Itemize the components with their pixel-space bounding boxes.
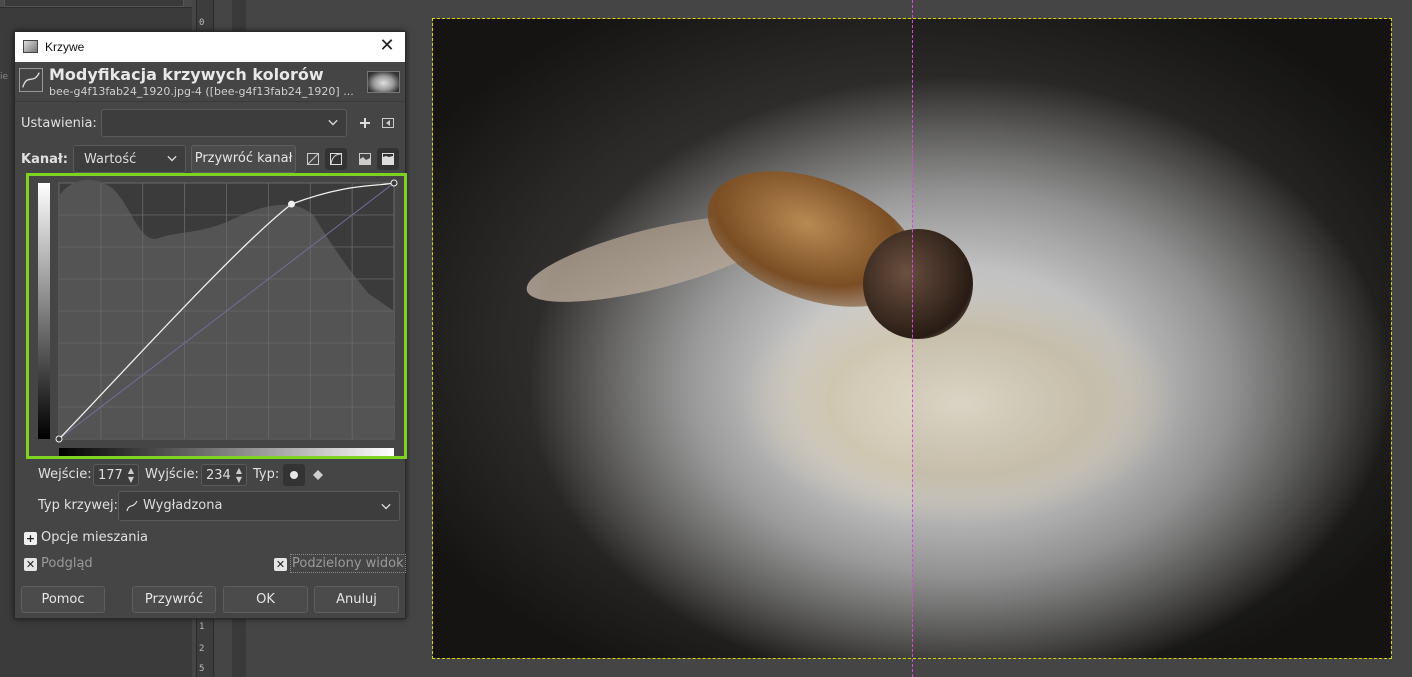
output-spinner[interactable]: 234 ▲ ▼ bbox=[201, 464, 247, 486]
expand-icon[interactable]: + bbox=[24, 532, 37, 545]
app-icon bbox=[23, 40, 38, 53]
curve-control-point[interactable] bbox=[288, 200, 296, 208]
ruler-tick: 0 bbox=[199, 18, 205, 28]
dialog-title: Krzywe bbox=[45, 40, 85, 54]
input-spinner[interactable]: 177 ▲ ▼ bbox=[93, 464, 139, 486]
cancel-button[interactable]: Anuluj bbox=[314, 586, 399, 613]
linear-histogram-button[interactable] bbox=[302, 148, 324, 170]
panel-side-text: ie bbox=[0, 72, 9, 82]
type-label: Typ: bbox=[253, 467, 280, 482]
spinner-arrows-icon[interactable]: ▲ ▼ bbox=[126, 466, 136, 484]
channel-combo[interactable]: Wartość bbox=[73, 145, 186, 173]
histogram-icon bbox=[359, 153, 371, 165]
log-histogram-button[interactable] bbox=[325, 148, 347, 170]
ruler-tick: 1 bbox=[199, 622, 205, 632]
output-value: 234 bbox=[206, 468, 231, 483]
panel-top-strip bbox=[0, 0, 192, 8]
curve-graph[interactable] bbox=[26, 173, 407, 459]
image-thumbnail bbox=[367, 71, 400, 93]
histogram-view-button[interactable] bbox=[354, 148, 376, 170]
reset-button[interactable]: Przywróć bbox=[132, 586, 216, 613]
add-preset-button[interactable] bbox=[354, 112, 376, 134]
ruler-tick: 2 bbox=[199, 644, 205, 654]
curve-type-label: Typ krzywej: bbox=[38, 498, 119, 513]
diamond-point-icon bbox=[313, 470, 323, 480]
chevron-down-icon bbox=[167, 155, 177, 162]
preview-checkbox[interactable]: ✕ bbox=[24, 558, 37, 571]
spinner-arrows-icon[interactable]: ▲ ▼ bbox=[234, 466, 244, 484]
dialog-header-subtitle: bee-g4f13fab24_1920.jpg-4 ([bee-g4f13fab… bbox=[49, 85, 354, 98]
blend-options-expander[interactable]: Opcje mieszania bbox=[41, 530, 148, 545]
circle-point-icon bbox=[290, 471, 298, 479]
curve-type-value: Wygładzona bbox=[143, 498, 223, 513]
curves-dialog: Krzywe ✕ Modyfikacja krzywych kolorów be… bbox=[14, 31, 407, 619]
close-icon[interactable]: ✕ bbox=[377, 36, 397, 56]
corner-point-button[interactable] bbox=[307, 464, 329, 486]
output-gradient-bar bbox=[38, 183, 50, 439]
input-value: 177 bbox=[98, 468, 123, 483]
split-view-checkbox[interactable]: ✕ bbox=[274, 558, 287, 571]
reset-channel-button[interactable]: Przywróć kanał bbox=[191, 145, 296, 173]
dialog-titlebar[interactable]: Krzywe ✕ bbox=[15, 32, 405, 62]
histogram-scale-button[interactable] bbox=[377, 148, 399, 170]
output-label: Wyjście: bbox=[145, 467, 199, 482]
smooth-curve-icon bbox=[126, 500, 138, 512]
ruler-tick: 5 bbox=[199, 664, 205, 674]
chevron-down-icon bbox=[328, 119, 338, 126]
chevron-down-icon bbox=[381, 503, 391, 510]
split-view-guide[interactable] bbox=[912, 0, 913, 677]
dialog-header-title: Modyfikacja krzywych kolorów bbox=[49, 65, 324, 84]
linear-histogram-icon bbox=[307, 153, 319, 165]
ok-button[interactable]: OK bbox=[223, 586, 308, 613]
help-button[interactable]: Pomoc bbox=[21, 586, 105, 613]
channel-label: Kanał: bbox=[21, 152, 68, 167]
header-divider bbox=[15, 101, 405, 102]
curves-icon bbox=[19, 68, 43, 92]
curve-graph-canvas[interactable] bbox=[29, 176, 404, 456]
split-preview-half bbox=[913, 19, 1391, 658]
preset-menu-button[interactable] bbox=[377, 112, 399, 134]
settings-combo[interactable] bbox=[101, 109, 347, 137]
smooth-point-button[interactable] bbox=[283, 464, 305, 486]
menu-triangle-icon bbox=[382, 118, 394, 128]
curve-control-point[interactable] bbox=[390, 179, 398, 187]
input-gradient-bar bbox=[59, 448, 394, 456]
curve-control-point[interactable] bbox=[55, 435, 63, 443]
log-histogram-icon bbox=[330, 153, 342, 165]
histogram-log-icon bbox=[382, 153, 394, 165]
input-label: Wejście: bbox=[38, 467, 92, 482]
settings-label: Ustawienia: bbox=[21, 116, 97, 131]
preview-label[interactable]: Podgląd bbox=[41, 556, 93, 571]
plus-icon bbox=[360, 118, 370, 128]
channel-combo-value: Wartość bbox=[84, 152, 137, 167]
curve-type-combo[interactable]: Wygładzona bbox=[118, 491, 400, 521]
split-view-label[interactable]: Podzielony widok bbox=[290, 554, 406, 573]
